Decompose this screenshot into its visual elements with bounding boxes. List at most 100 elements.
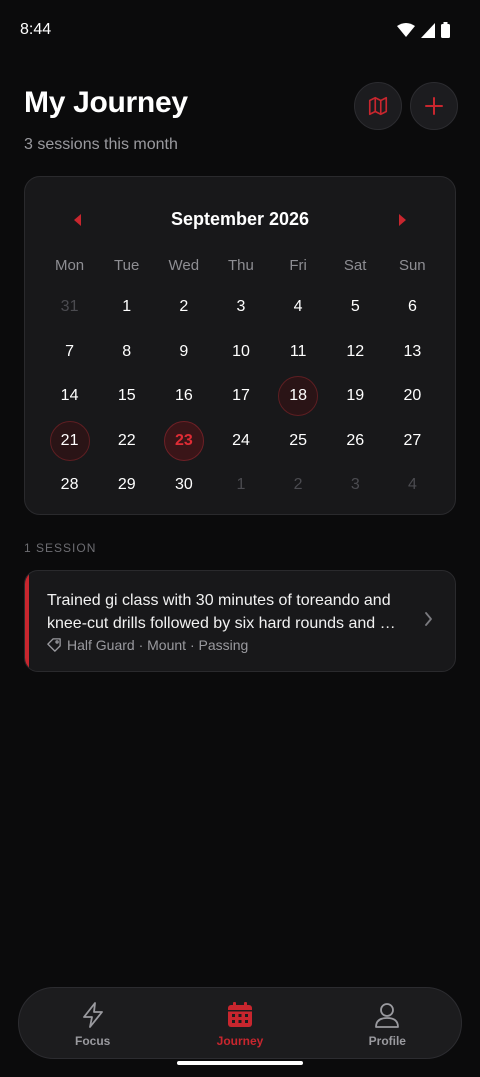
session-accent-bar [25,571,29,671]
weekday-label: Thu [228,257,254,274]
calendar-day[interactable]: 13 [384,330,441,375]
session-description: Trained gi class with 30 minutes of tore… [47,592,396,632]
calendar-day[interactable]: 22 [98,419,155,464]
calendar-day-number: 21 [60,431,79,449]
calendar-day-number: 26 [346,431,365,449]
calendar-day[interactable]: 14 [41,374,98,419]
calendar-day[interactable]: 3 [212,285,269,330]
prev-month-button[interactable] [65,207,91,233]
calendar-day[interactable]: 2 [155,285,212,330]
calendar-day-number: 31 [60,298,79,316]
calendar-day-number: 4 [293,298,303,316]
calendar-day[interactable]: 1 [212,463,269,508]
calendar-day-number: 30 [174,476,193,494]
calendar-day[interactable]: 10 [212,330,269,375]
calendar-day-number: 16 [174,387,193,405]
calendar-day[interactable]: 4 [384,463,441,508]
calendar-day[interactable]: 17 [212,374,269,419]
calendar-day[interactable]: 11 [270,330,327,375]
calendar-icon [227,1002,252,1027]
nav-label-focus: Focus [74,1034,111,1048]
calendar-card: September 2026 Mon Tue Wed Thu Fri Sat S… [24,176,456,515]
calendar-day[interactable]: 8 [98,330,155,375]
calendar-day-number: 4 [407,476,417,494]
nav-label-journey: Journey [216,1034,264,1048]
calendar-day-number: 15 [117,387,136,405]
wifi-icon [397,22,415,37]
page-header: My Journey 3 sessions this month [24,82,458,153]
person-icon [375,1003,400,1028]
calendar-day-number: 10 [232,342,250,360]
calendar-days-grid: 31 1 2 3 4 5 6 7 8 9 10 11 12 13 14 15 16 17 18 19 20 21 22 23 2… [41,285,441,508]
nav-tab-journey[interactable]: Journey [166,988,313,1058]
calendar-day-session[interactable]: 21 [41,419,98,464]
calendar-day[interactable]: 20 [384,374,441,419]
calendar-day-number: 12 [346,342,365,360]
calendar-day-number: 28 [60,476,79,494]
nav-tab-focus[interactable]: Focus [19,988,166,1058]
weekday-label: Mon [54,257,85,274]
weekday-label: Tue [114,257,140,274]
calendar-day[interactable]: 29 [98,463,155,508]
calendar-day[interactable]: 19 [327,374,384,419]
calendar-day-number: 19 [346,387,365,405]
calendar-day-number: 14 [60,387,79,405]
calendar-day[interactable]: 16 [155,374,212,419]
calendar-day[interactable]: 5 [327,285,384,330]
home-indicator [177,1061,303,1065]
calendar-day[interactable]: 2 [270,463,327,508]
add-session-button[interactable] [410,82,458,130]
plus-icon [425,97,443,115]
calendar-day[interactable]: 24 [212,419,269,464]
calendar-day-number: 8 [122,342,132,360]
weekday-label: Sun [398,257,426,274]
calendar-day[interactable]: 1 [98,285,155,330]
calendar-day-number: 1 [122,298,132,316]
status-icons [397,22,450,38]
calendar-day[interactable]: 3 [327,463,384,508]
weekday-label: Sat [343,257,367,274]
calendar-day[interactable]: 4 [270,285,327,330]
nav-tab-profile[interactable]: Profile [314,988,461,1058]
calendar-day-number: 11 [289,342,307,360]
lightning-icon [82,1002,103,1028]
signal-icon [421,22,435,38]
calendar-day-number: 18 [289,387,308,405]
calendar-day-number: 17 [232,387,250,405]
calendar-day-number: 1 [236,476,246,494]
calendar-day-number: 23 [174,431,193,449]
calendar-day[interactable]: 25 [270,419,327,464]
session-card[interactable]: Trained gi class with 30 minutes of tore… [24,570,456,672]
tag-icon [47,638,61,652]
battery-icon [441,22,450,38]
calendar-day[interactable]: 27 [384,419,441,464]
calendar-day-number: 24 [232,431,250,449]
session-count-label: 1 SESSION [24,541,97,555]
calendar-day-selected[interactable]: 23 [155,419,212,464]
calendar-day-number: 3 [236,298,246,316]
calendar-day-number: 29 [117,476,136,494]
calendar-day[interactable]: 30 [155,463,212,508]
calendar-day[interactable]: 15 [98,374,155,419]
calendar-day[interactable]: 9 [155,330,212,375]
calendar-day[interactable]: 12 [327,330,384,375]
calendar-day[interactable]: 26 [327,419,384,464]
calendar-day-session[interactable]: 18 [270,374,327,419]
map-button[interactable] [354,82,402,130]
bottom-navigation: Focus Journey Profile [18,987,462,1059]
calendar-header: September 2026 [25,207,455,233]
calendar-day-number: 5 [350,298,360,316]
calendar-day[interactable]: 6 [384,285,441,330]
next-month-button[interactable] [389,207,415,233]
calendar-day[interactable]: 28 [41,463,98,508]
calendar-day-number: 6 [407,298,417,316]
weekday-label: Wed [168,257,200,274]
chevron-right-icon [425,612,432,626]
calendar-day-number: 13 [403,342,422,360]
calendar-day[interactable]: 7 [41,330,98,375]
calendar-day-number: 20 [403,387,422,405]
calendar-day[interactable]: 31 [41,285,98,330]
status-time: 8:44 [20,21,52,38]
calendar-day-number: 3 [350,476,360,494]
calendar-day-number: 25 [289,431,308,449]
